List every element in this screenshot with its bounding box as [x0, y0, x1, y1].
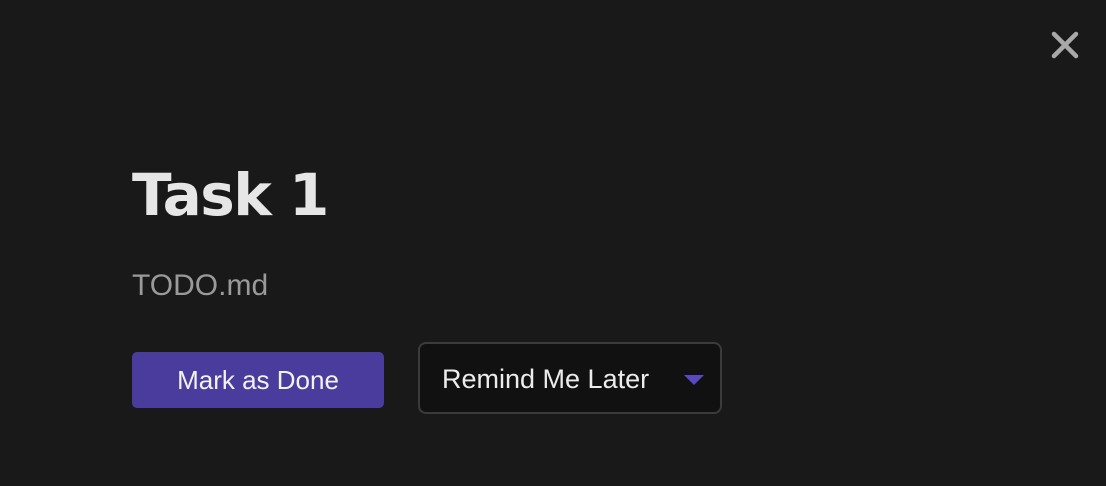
remind-me-later-dropdown[interactable]: Remind Me Later	[418, 342, 722, 414]
remind-me-later-label: Remind Me Later	[442, 364, 650, 394]
task-file-name: TODO.md	[132, 269, 269, 302]
mark-as-done-button[interactable]: Mark as Done	[132, 352, 384, 408]
close-button[interactable]	[1044, 24, 1086, 66]
close-icon	[1051, 31, 1079, 59]
task-title: Task 1	[132, 161, 329, 229]
task-info: Task 1 TODO.md	[132, 158, 329, 302]
task-reminder-dialog: Task 1 TODO.md Mark as Done Remind Me La…	[0, 0, 1106, 486]
chevron-down-icon	[684, 375, 704, 385]
